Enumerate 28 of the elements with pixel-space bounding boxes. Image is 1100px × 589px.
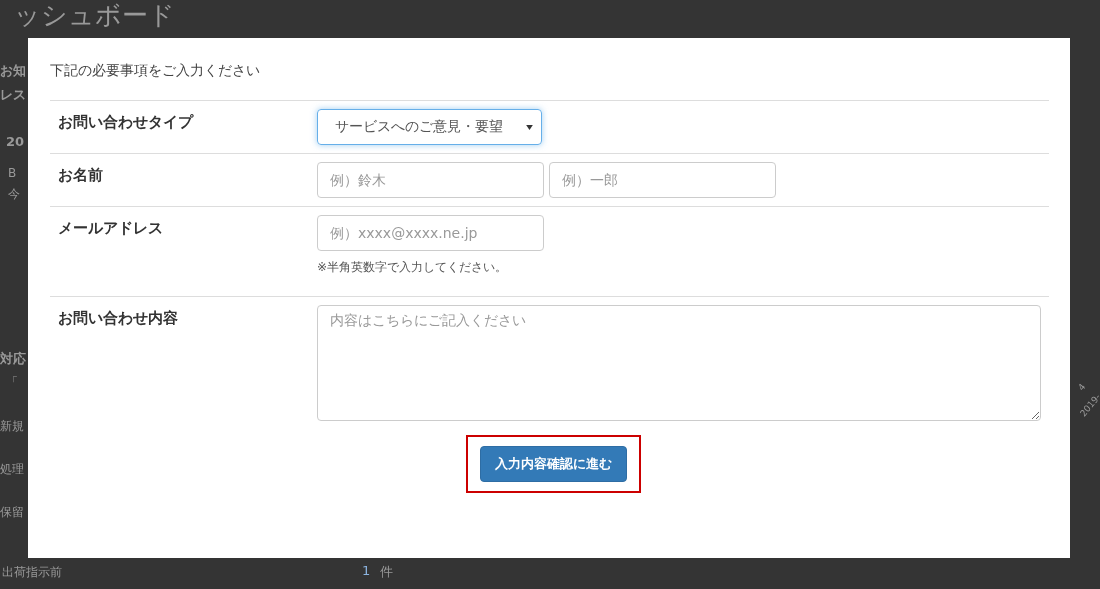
background-text: 「 (6, 374, 18, 391)
submit-button[interactable]: 入力内容確認に進む (480, 446, 627, 482)
background-text: 処理 (0, 461, 24, 478)
background-text: 今 (8, 186, 20, 203)
background-text: 出荷指示前 (2, 564, 62, 581)
background-text: レス (0, 86, 26, 104)
count-unit: 件 (380, 563, 393, 581)
axis-label: 4 (1076, 381, 1088, 393)
email-field[interactable]: 例）xxxx@xxxx.ne.jp (317, 215, 544, 251)
field-label: お問い合わせ内容 (58, 308, 179, 329)
field-label: お問い合わせタイプ (58, 112, 195, 133)
inquiry-type-select[interactable]: サービスへのご意見・要望 (317, 109, 542, 145)
field-label: お名前 (58, 165, 104, 186)
form-instructions: 下記の必要事項をご入力ください (50, 61, 261, 80)
background-text: 保留 (0, 504, 24, 521)
name-field[interactable]: 例）鈴木 (317, 162, 544, 198)
field-label: メールアドレス (58, 218, 164, 239)
help-text: ※半角英数字で入力してください。 (317, 259, 509, 276)
background-text: お知 (0, 62, 26, 80)
background-text: 新規 (0, 418, 24, 435)
page-title: ッシュボード (14, 0, 175, 30)
count-value: 1 (362, 563, 371, 578)
message-field[interactable]: 内容はこちらにご記入ください (317, 305, 1041, 421)
name-field[interactable]: 例）一郎 (549, 162, 776, 198)
background-text: B (8, 166, 17, 180)
caret-icon (526, 124, 533, 130)
background-text: 対応 (0, 350, 26, 368)
background-text: 20 (6, 134, 25, 149)
